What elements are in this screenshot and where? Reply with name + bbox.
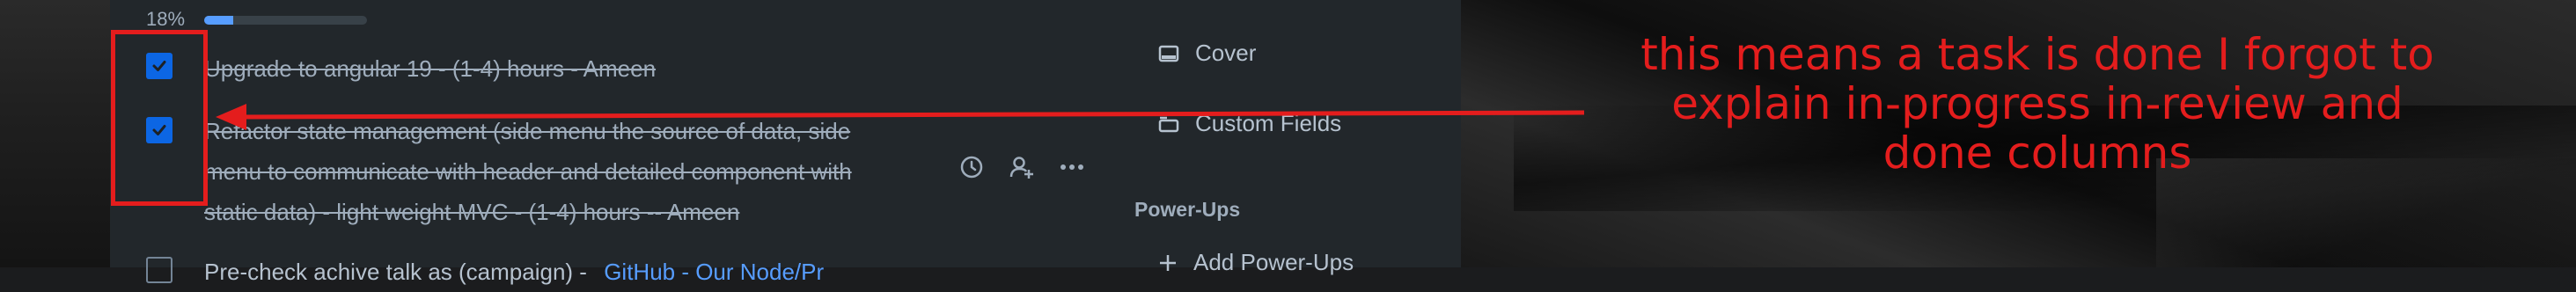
annotation-line: done columns [1882, 128, 2192, 179]
annotation-line: explain in-progress in-review and [1671, 78, 2404, 129]
annotation-line: this means a task is done I forgot to [1640, 29, 2434, 80]
annotation-text: this means a task is done I forgot to ex… [1567, 30, 2508, 178]
